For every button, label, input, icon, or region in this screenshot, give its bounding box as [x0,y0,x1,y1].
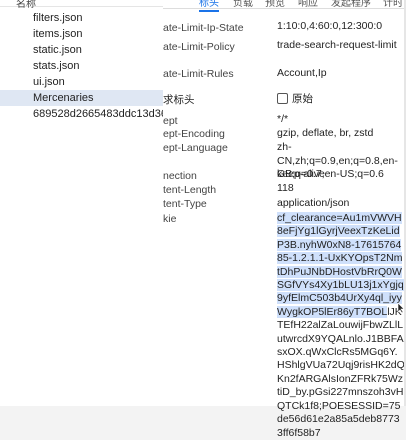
request-key: ept-Language [163,142,228,154]
header-value: 1:10:0,4:60:0,12:300:0 [277,20,383,32]
file-item-filters[interactable]: filters.json [0,10,163,26]
tab-timing[interactable]: 计时 [383,0,403,9]
request-value: keep-alive [277,168,325,180]
file-item-stats[interactable]: stats.json [0,58,163,74]
details-panel: 标头 负载 预览 响应 发起程序 计时 ate-Limit-Ip-State 1… [163,0,406,439]
file-list-panel: 名称 filters.json items.json static.json s… [0,0,164,406]
header-value: Account,Ip [277,67,327,79]
detail-tabs: 标头 负载 预览 响应 发起程序 计时 [163,0,406,12]
raw-label: 原始 [292,93,313,105]
file-item-ui[interactable]: ui.json [0,74,163,90]
request-key: tent-Length [163,184,217,196]
name-column-header[interactable]: 名称 [0,0,163,10]
tab-headers[interactable]: 标头 [199,0,219,12]
file-item-hash[interactable]: 689528d2665483ddc13d36... [0,106,163,122]
request-headers-section[interactable]: 求标头 [163,92,195,107]
header-key: ate-Limit-Ip-State [163,22,244,34]
request-key: tent-Type [163,198,207,210]
tab-initiator[interactable]: 发起程序 [331,0,371,9]
raw-toggle[interactable]: 原始 [277,91,313,106]
cookie-selected-text: cf_clearance=Au1mVWVH8eFjYg1lGyrjVeexTzK… [277,212,404,318]
request-value: 118 [277,182,294,194]
tab-preview[interactable]: 预览 [265,0,285,9]
request-value: */* [277,113,289,125]
request-key: ept-Encoding [163,128,225,140]
tab-payload[interactable]: 负载 [233,0,253,9]
raw-checkbox[interactable] [277,93,288,104]
request-key: nection [163,170,197,182]
header-value: trade-search-request-limit [277,39,397,51]
cookie-unselected-text: lJKTEfH22alZaLouwijFbwZLlLutwrcdX9YQALnl… [277,305,405,439]
request-key: ept [163,115,178,127]
request-value: gzip, deflate, br, zstd [277,127,374,139]
request-value: application/json [277,197,350,209]
request-key: kie [163,213,177,225]
tab-response[interactable]: 响应 [298,0,318,9]
file-item-items[interactable]: items.json [0,26,163,42]
header-key: ate-Limit-Policy [163,41,235,53]
header-key: ate-Limit-Rules [163,68,234,80]
file-item-mercenaries[interactable]: Mercenaries [0,90,163,106]
file-item-static[interactable]: static.json [0,42,163,58]
